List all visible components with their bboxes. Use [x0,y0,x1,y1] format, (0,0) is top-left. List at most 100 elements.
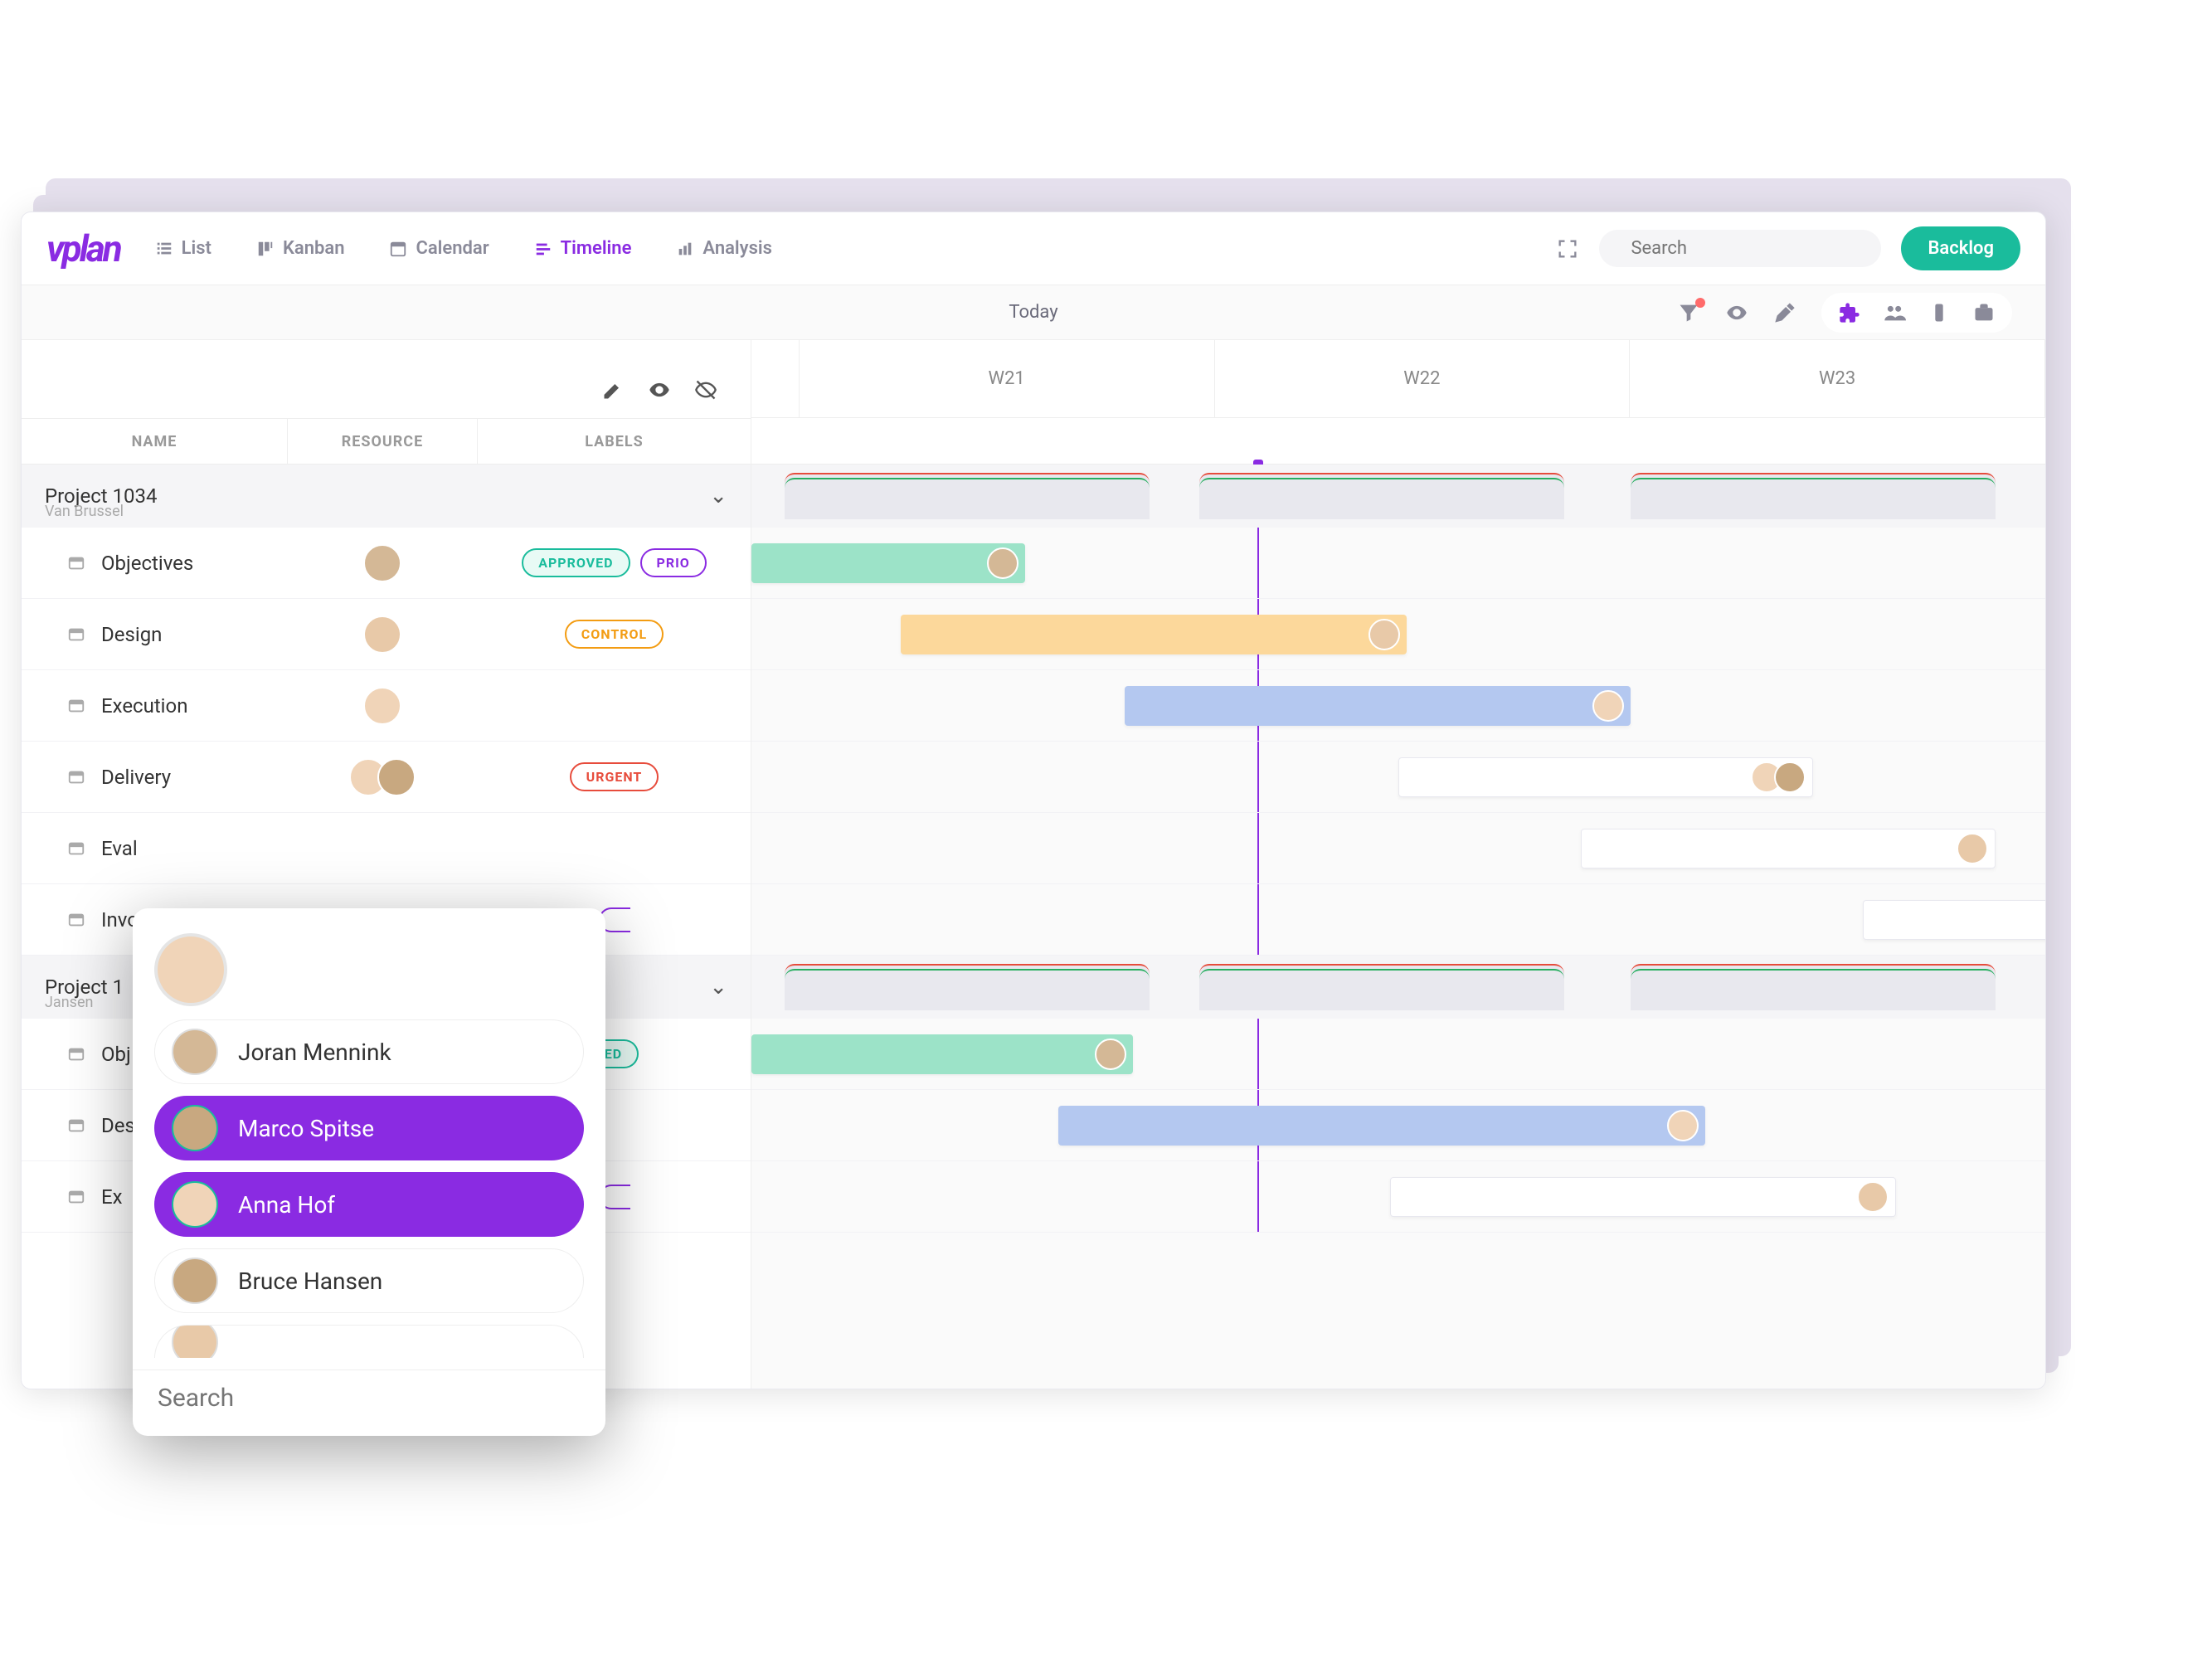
today-label[interactable]: Today [1009,302,1057,323]
eye-icon-panel[interactable] [648,378,671,401]
puzzle-icon[interactable] [1838,301,1861,324]
avatar [172,1258,218,1304]
search-input[interactable] [1631,238,1861,259]
popover-search[interactable] [154,1370,584,1416]
task-name: Delivery [101,766,171,789]
person-option[interactable]: Joran Mennink [154,1019,584,1084]
gantt-bar[interactable] [751,543,1025,583]
avatar[interactable] [363,687,401,725]
view-tools-pill [1821,293,2012,333]
group-subtitle: Van Brussel [45,503,124,520]
gantt-bar[interactable] [1125,686,1631,726]
task-name: Eval [101,837,138,860]
avatar [1857,1181,1889,1213]
task-row[interactable]: Execution [22,670,751,742]
capacity-hump [785,473,1150,519]
gantt-bar[interactable] [1581,829,1996,868]
avatar [172,1181,218,1228]
card-icon [66,1117,86,1135]
gantt-bar[interactable] [901,615,1407,654]
gantt-bar[interactable] [1058,1106,1705,1146]
pencil-icon[interactable] [601,378,625,401]
backlog-button[interactable]: Backlog [1901,226,2020,270]
person-name: Marco Spitse [238,1115,374,1142]
chevron-down-icon: ⌄ [709,484,727,508]
left-panel-actions [22,340,751,418]
label-badge: CONTROL [565,620,664,649]
sub-toolbar-right [1677,293,2045,333]
gantt-bar[interactable] [751,1034,1133,1074]
sub-toolbar: Today [22,285,2045,340]
card-icon [66,768,86,786]
week-column: W23 [1630,340,2045,417]
list-icon [155,240,173,258]
avatar [172,1105,218,1151]
filter-icon[interactable] [1677,301,1700,324]
task-row[interactable]: Design CONTROL [22,599,751,670]
avatar [1369,619,1400,650]
selected-avatar-large [154,933,227,1006]
person-option-partial[interactable] [154,1325,584,1358]
person-option[interactable]: Marco Spitse [154,1096,584,1160]
top-bar: vplan List Kanban Calendar Timeline Anal… [22,212,2045,285]
nav-analysis-label: Analysis [702,238,772,259]
search-field[interactable] [1599,230,1881,267]
task-row[interactable]: Objectives APPROVED PRIO [22,528,751,599]
nav-timeline[interactable]: Timeline [524,231,642,265]
column-labels-header: LABELS [478,419,751,464]
avatar [1774,761,1806,793]
gantt-bar[interactable] [1390,1177,1896,1217]
gantt-bar[interactable] [1398,757,1813,797]
avatar [1095,1039,1126,1070]
topbar-right: Backlog [1556,226,2020,270]
nav-list[interactable]: List [145,231,221,265]
avatar [1957,833,1988,864]
timeline-icon [534,240,552,258]
capacity-hump [1199,964,1564,1010]
person-name: Bruce Hansen [238,1267,382,1295]
column-icon[interactable] [1928,301,1951,324]
resource-picker-popover: Joran Mennink Marco Spitse Anna Hof Bruc… [133,908,605,1436]
tools-icon[interactable] [1773,301,1796,324]
avatar [1667,1110,1699,1141]
nav-analysis[interactable]: Analysis [666,231,782,265]
week-column: W22 [1215,340,1631,417]
avatar [172,1029,218,1075]
label-badge: APPROVED [522,548,630,577]
person-option[interactable]: Anna Hof [154,1172,584,1237]
nav-kanban[interactable]: Kanban [246,231,355,265]
timeline-body[interactable] [751,465,2045,1233]
task-name: Objectives [101,552,193,575]
timeline-subheader [751,418,2045,465]
avatar[interactable] [377,758,416,796]
week-header: W21 W22 W23 [751,340,2045,418]
briefcase-icon[interactable] [1972,301,1996,324]
fullscreen-icon[interactable] [1556,237,1579,260]
eye-off-icon[interactable] [694,378,717,401]
avatar[interactable] [363,615,401,654]
chart-icon [676,240,694,258]
eye-icon[interactable] [1725,301,1748,324]
popover-search-input[interactable] [158,1384,581,1413]
group-row[interactable]: Project 1034 Van Brussel ⌄ [22,465,751,528]
people-icon[interactable] [1883,301,1906,324]
week-spacer [751,340,800,417]
gantt-bar[interactable] [1863,900,2046,940]
brand-text: vplan [46,227,120,270]
calendar-icon [389,240,407,258]
label-badge: PRIO [640,548,707,577]
card-icon [66,911,86,929]
avatar [172,1325,218,1358]
person-name: Anna Hof [238,1191,335,1219]
card-icon [66,697,86,715]
avatar[interactable] [363,544,401,582]
logo: vplan [46,227,120,270]
nav-calendar[interactable]: Calendar [379,231,498,265]
task-row[interactable]: Eval [22,813,751,884]
columns-header: NAME RESOURCE LABELS [22,418,751,465]
gantt-group-header [751,956,2045,1019]
nav-list-label: List [182,238,211,259]
nav-timeline-label: Timeline [561,238,632,259]
task-row[interactable]: Delivery URGENT [22,742,751,813]
person-option[interactable]: Bruce Hansen [154,1248,584,1313]
